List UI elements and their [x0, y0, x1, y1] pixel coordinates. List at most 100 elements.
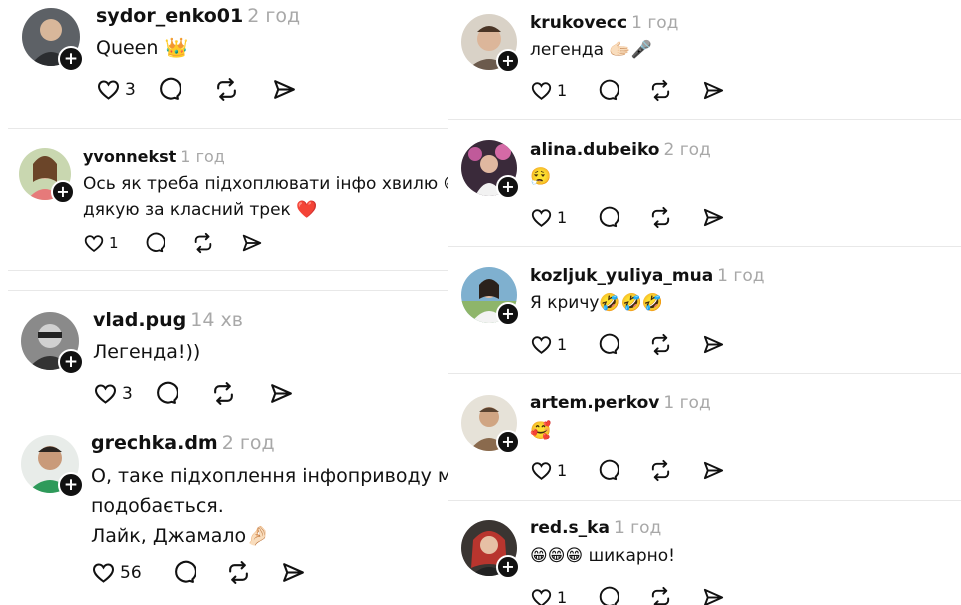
repost-icon	[651, 586, 670, 605]
comment-header: red.s_ka 1 год	[530, 518, 661, 538]
divider	[448, 119, 961, 120]
share-button[interactable]	[281, 560, 321, 585]
heart-icon	[84, 234, 104, 252]
heart-icon	[531, 335, 552, 354]
reply-button[interactable]	[153, 381, 211, 406]
like-button[interactable]: 1	[530, 207, 596, 229]
repost-button[interactable]	[192, 232, 241, 254]
plus-icon[interactable]: +	[496, 302, 520, 326]
comment-text-line: Лайк, Джамало🤌🏻	[91, 525, 270, 547]
comment-text-line: дякую за класний трек ❤️	[83, 200, 318, 220]
repost-button[interactable]	[211, 381, 269, 406]
share-button[interactable]	[702, 79, 742, 102]
like-count: 1	[557, 335, 568, 354]
repost-button[interactable]	[649, 586, 702, 605]
avatar[interactable]: +	[461, 520, 520, 579]
reply-button[interactable]	[596, 586, 649, 605]
share-icon	[703, 461, 724, 480]
avatar[interactable]: +	[461, 140, 520, 199]
repost-icon	[229, 561, 248, 584]
avatar[interactable]: +	[21, 312, 84, 375]
like-button[interactable]: 1	[530, 334, 596, 356]
repost-button[interactable]	[649, 459, 702, 482]
repost-button[interactable]	[214, 77, 272, 102]
reply-button[interactable]	[596, 206, 649, 229]
comment-actions: 3	[96, 77, 312, 102]
share-button[interactable]	[702, 333, 742, 356]
plus-icon[interactable]: +	[58, 472, 84, 498]
comment-text: 😁😁😁 шикарно!	[530, 546, 675, 566]
repost-button[interactable]	[649, 206, 702, 229]
comment-bubble-icon	[160, 77, 181, 100]
like-count: 1	[557, 208, 568, 227]
repost-button[interactable]	[649, 79, 702, 102]
username[interactable]: red.s_ka	[530, 518, 610, 538]
like-button[interactable]: 1	[530, 460, 596, 482]
like-button[interactable]: 1	[83, 233, 143, 254]
share-button[interactable]	[272, 77, 312, 102]
avatar[interactable]: +	[461, 395, 520, 454]
share-button[interactable]	[702, 459, 742, 482]
heart-icon	[97, 79, 120, 100]
like-count: 1	[109, 234, 119, 252]
comment-header: alina.dubeiko 2 год	[530, 140, 711, 160]
plus-icon[interactable]: +	[496, 175, 520, 199]
comment-bubble-icon	[599, 459, 619, 481]
share-icon	[283, 563, 304, 582]
plus-icon[interactable]: +	[496, 555, 520, 579]
username[interactable]: yvonnekst	[83, 147, 176, 166]
comment-text: Легенда!))	[93, 341, 201, 363]
comment-text-line: Ось як треба підхоплювати інфо хвилю 😁 😂	[83, 174, 448, 194]
reply-button[interactable]	[596, 79, 649, 102]
username[interactable]: vlad.pug	[93, 309, 186, 331]
reply-button[interactable]	[596, 459, 649, 482]
plus-icon[interactable]: +	[58, 349, 84, 375]
share-icon	[703, 208, 724, 227]
comment-actions: 3	[93, 381, 309, 406]
avatar[interactable]: +	[461, 14, 520, 73]
like-button[interactable]: 1	[530, 80, 596, 102]
plus-icon[interactable]: +	[496, 49, 520, 73]
reply-button[interactable]	[171, 560, 226, 585]
share-button[interactable]	[269, 381, 309, 406]
share-button[interactable]	[241, 232, 281, 254]
avatar[interactable]: +	[19, 148, 75, 204]
username[interactable]: sydor_enko01	[96, 5, 243, 27]
timestamp: 2 год	[247, 5, 301, 27]
username[interactable]: kozljuk_yuliya_mua	[530, 266, 713, 286]
avatar[interactable]: +	[22, 8, 84, 72]
timestamp: 1 год	[663, 393, 711, 413]
comment-bubble-icon	[599, 79, 619, 101]
like-button[interactable]: 3	[93, 382, 153, 406]
share-button[interactable]	[702, 206, 742, 229]
reply-button[interactable]	[596, 333, 649, 356]
reply-button[interactable]	[156, 77, 214, 102]
repost-button[interactable]	[649, 333, 702, 356]
plus-icon[interactable]: +	[496, 430, 520, 454]
repost-button[interactable]	[226, 560, 281, 585]
username[interactable]: krukovecc	[530, 13, 627, 33]
comment-header: sydor_enko01 2 год	[96, 5, 300, 27]
repost-icon	[217, 78, 236, 101]
plus-icon[interactable]: +	[51, 180, 75, 204]
divider	[448, 373, 961, 374]
comment-text: О, таке підхоплення інфоприводу мені под…	[91, 461, 448, 551]
heart-icon	[92, 562, 115, 583]
comment-header: kozljuk_yuliya_mua 1 год	[530, 266, 764, 286]
comment-header: yvonnekst 1 год	[83, 147, 225, 166]
like-button[interactable]: 1	[530, 587, 596, 605]
username[interactable]: alina.dubeiko	[530, 140, 659, 160]
plus-icon[interactable]: +	[58, 46, 84, 72]
share-button[interactable]	[702, 586, 742, 605]
divider	[448, 246, 961, 247]
reply-button[interactable]	[143, 232, 192, 254]
avatar[interactable]: +	[21, 435, 84, 498]
username[interactable]: grechka.dm	[91, 432, 218, 454]
like-button[interactable]: 3	[96, 78, 156, 102]
share-icon	[271, 384, 292, 403]
username[interactable]: artem.perkov	[530, 393, 659, 413]
heart-icon	[531, 81, 552, 100]
avatar[interactable]: +	[461, 267, 520, 326]
like-button[interactable]: 56	[91, 561, 171, 585]
comment-artem-perkov: + artem.perkov 1 год 🥰 1	[448, 375, 961, 499]
